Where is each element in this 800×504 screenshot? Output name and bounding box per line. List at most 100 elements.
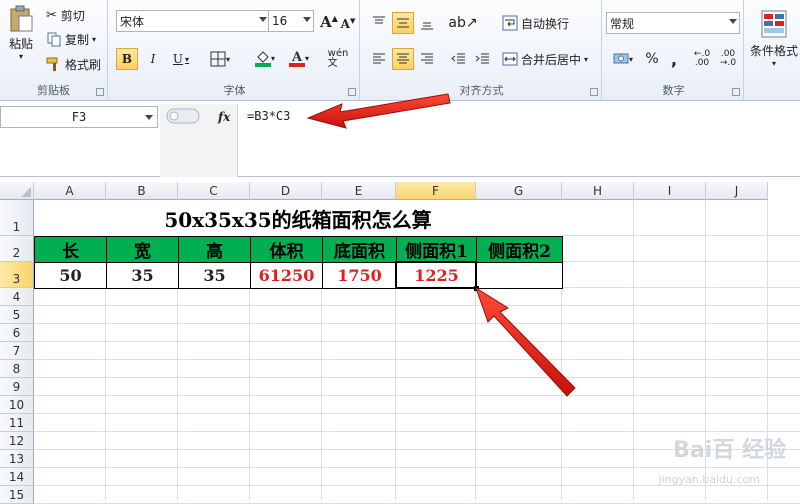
resize-handle-icon[interactable] [166,108,200,124]
chevron-down-icon [303,17,311,22]
insert-function-button[interactable]: fx [218,110,230,124]
align-middle-button[interactable] [392,12,414,34]
accounting-format-button[interactable]: ▾ [608,48,638,70]
column-header-h[interactable]: H [562,182,634,200]
merge-center-button[interactable]: 合并后居中 ▾ [502,48,588,70]
clipboard-launcher-icon[interactable] [96,88,104,96]
header-cell-g2[interactable]: 侧面积2 [476,236,563,263]
row-header-1[interactable]: 1 [0,200,34,236]
increase-indent-button[interactable] [472,48,494,70]
chevron-down-icon: ▾ [628,54,633,64]
row-header-6[interactable]: 6 [0,324,34,342]
column-header-g[interactable]: G [476,182,562,200]
increase-decimal-button[interactable]: ←.0 .00 [690,48,714,70]
paste-button[interactable]: 粘贴 ▾ [4,4,38,62]
value-cell-a3[interactable]: 50 [34,262,107,289]
cut-button[interactable]: ✂ 剪切 [46,6,85,24]
alignment-launcher-icon[interactable] [590,88,598,96]
paste-icon [10,5,33,32]
align-right-button[interactable] [416,48,438,70]
increase-indent-icon [475,53,489,64]
decrease-indent-button[interactable] [448,48,470,70]
value-cell-b3[interactable]: 35 [106,262,179,289]
column-header-d[interactable]: D [250,182,322,200]
conditional-formatting-button[interactable]: 条件格式 ▾ [748,4,800,74]
fill-handle[interactable] [474,286,479,291]
font-launcher-icon[interactable] [348,88,356,96]
value-cell-f3[interactable]: 1225 [396,262,477,289]
paste-dropdown-icon: ▾ [18,52,23,61]
row-header-15[interactable]: 15 [0,486,34,504]
header-cell-f2[interactable]: 侧面积1 [396,236,477,263]
borders-button[interactable]: ▾ [204,48,236,70]
font-name-select[interactable]: 宋体 [116,10,270,32]
copy-icon [47,32,61,47]
header-cell-b2[interactable]: 宽 [106,236,179,263]
column-header-i[interactable]: I [634,182,706,200]
column-header-b[interactable]: B [106,182,178,200]
align-center-button[interactable] [392,48,414,70]
copy-button[interactable]: 复制 ▾ [46,30,96,48]
phonetic-button[interactable]: wén 文 [326,46,350,72]
number-launcher-icon[interactable] [732,88,740,96]
row-header-9[interactable]: 9 [0,378,34,396]
row-header-10[interactable]: 10 [0,396,34,414]
row-header-4[interactable]: 4 [0,288,34,306]
row-header-7[interactable]: 7 [0,342,34,360]
italic-button[interactable]: I [142,48,164,70]
row-header-5[interactable]: 5 [0,306,34,324]
sheet-title-cell[interactable]: 50x35x35的纸箱面积怎么算 [34,200,562,236]
value-cell-d3[interactable]: 61250 [250,262,323,289]
row-header-14[interactable]: 14 [0,468,34,486]
name-box[interactable]: F3 [0,106,158,128]
conditional-formatting-icon [761,10,787,38]
number-format-select[interactable]: 常规 [606,12,740,34]
format-painter-button[interactable]: 格式刷 [46,55,101,73]
decrease-indent-icon [451,53,465,64]
value-cell-c3[interactable]: 35 [178,262,251,289]
header-cell-d2[interactable]: 体积 [250,236,323,263]
fill-color-button[interactable]: ▾ [248,46,282,70]
alignment-group-label: 对齐方式 [459,84,504,97]
align-top-button[interactable] [368,12,390,34]
grow-font-button[interactable]: A▲ [320,12,338,32]
align-center-icon [397,53,409,64]
chevron-down-icon: ▾ [304,53,309,63]
row-header-13[interactable]: 13 [0,450,34,468]
column-header-c[interactable]: C [178,182,250,200]
underline-button[interactable]: U ▾ [166,48,196,70]
decrease-decimal-button[interactable]: .00 →.0 [716,48,740,70]
font-size-select[interactable]: 16 [268,10,314,32]
value-cell-e3[interactable]: 1750 [322,262,397,289]
align-left-button[interactable] [368,48,390,70]
value-cell-g3[interactable] [476,262,563,289]
column-header-a[interactable]: A [34,182,106,200]
chevron-down-icon [145,115,153,120]
font-color-button[interactable]: A ▾ [282,46,316,70]
wrap-text-button[interactable]: 自动换行 [502,12,569,34]
percent-button[interactable]: % [642,48,662,70]
comma-style-button[interactable]: , [664,48,684,70]
row-header-8[interactable]: 8 [0,360,34,378]
header-cell-c2[interactable]: 高 [178,236,251,263]
formula-input[interactable]: =B3*C3 [247,109,290,123]
row-header-12[interactable]: 12 [0,432,34,450]
gridline [34,467,800,468]
header-cell-a2[interactable]: 长 [34,236,107,263]
shrink-font-button[interactable]: A▼ [340,14,356,32]
row-header-3[interactable]: 3 [0,262,34,288]
chevron-down-icon: ▾ [771,59,776,68]
bold-button[interactable]: B [116,48,138,70]
borders-icon [210,51,226,67]
row-header-11[interactable]: 11 [0,414,34,432]
align-bottom-button[interactable] [416,12,438,34]
column-header-j[interactable]: J [706,182,768,200]
gridline [34,305,800,306]
column-header-e[interactable]: E [322,182,396,200]
select-all-corner[interactable] [0,182,34,200]
column-header-f[interactable]: F [396,182,476,200]
row-header-2[interactable]: 2 [0,236,34,262]
header-cell-e2[interactable]: 底面积 [322,236,397,263]
chevron-down-icon: ▾ [584,54,589,64]
orientation-button[interactable]: ab↗ [448,12,478,34]
